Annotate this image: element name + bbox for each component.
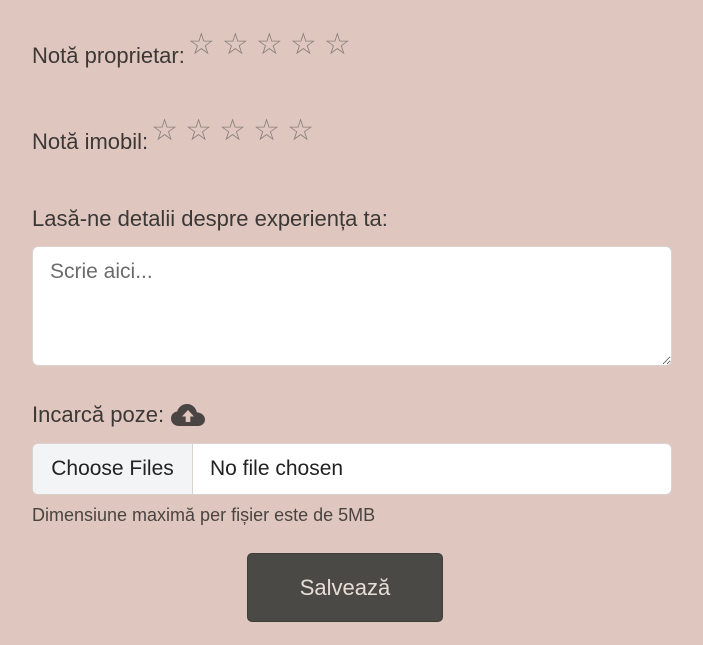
owner-star-1-icon[interactable]: ☆ (188, 30, 222, 60)
owner-rating-stars: ☆ ☆ ☆ ☆ ☆ (188, 30, 358, 60)
property-rating-label: Notă imobil: (32, 129, 149, 154)
owner-star-2-icon[interactable]: ☆ (222, 30, 256, 60)
review-form: Notă proprietar: ☆ ☆ ☆ ☆ ☆ Notă imobil: … (0, 0, 703, 645)
details-label: Lasă-ne detalii despre experiența ta: (32, 206, 388, 231)
property-rating-stars: ☆ ☆ ☆ ☆ ☆ (151, 116, 321, 146)
owner-star-4-icon[interactable]: ☆ (290, 30, 324, 60)
save-button[interactable]: Salvează (247, 553, 443, 622)
owner-rating: Notă proprietar: ☆ ☆ ☆ ☆ ☆ (32, 30, 358, 69)
upload-label-row: Incarcă poze: (32, 402, 206, 428)
property-star-4-icon[interactable]: ☆ (253, 116, 287, 146)
owner-star-3-icon[interactable]: ☆ (256, 30, 290, 60)
property-star-3-icon[interactable]: ☆ (219, 116, 253, 146)
choose-files-button[interactable]: Choose Files (33, 444, 193, 494)
owner-rating-label: Notă proprietar: (32, 43, 185, 68)
details-textarea-wrapper (32, 246, 672, 366)
file-upload-input[interactable]: Choose Files No file chosen (32, 443, 672, 495)
details-textarea[interactable] (32, 246, 672, 366)
property-star-5-icon[interactable]: ☆ (287, 116, 321, 146)
owner-star-5-icon[interactable]: ☆ (324, 30, 358, 60)
property-star-1-icon[interactable]: ☆ (151, 116, 185, 146)
property-star-2-icon[interactable]: ☆ (185, 116, 219, 146)
file-status-text: No file chosen (210, 457, 344, 480)
property-rating: Notă imobil: ☆ ☆ ☆ ☆ ☆ (32, 116, 321, 155)
upload-label: Incarcă poze: (32, 402, 165, 427)
file-size-hint: Dimensiune maximă per fișier este de 5MB (32, 505, 376, 525)
cloud-upload-icon[interactable] (170, 402, 206, 428)
